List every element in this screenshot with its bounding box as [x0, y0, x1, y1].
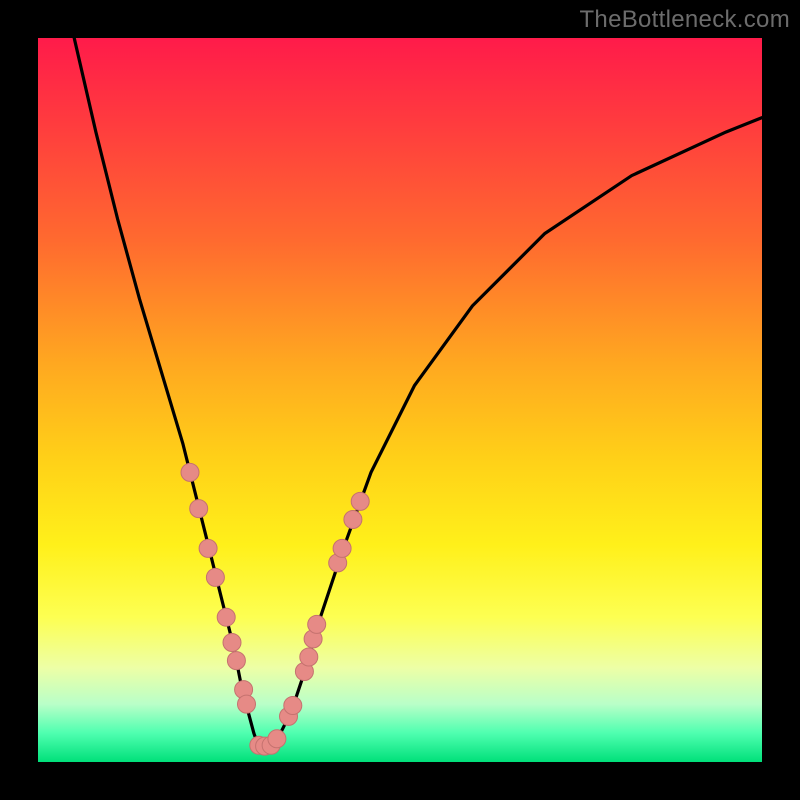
curve-marker	[268, 730, 286, 748]
curve-marker	[333, 539, 351, 557]
curve-marker	[217, 608, 235, 626]
plot-background	[38, 38, 762, 762]
curve-marker	[199, 539, 217, 557]
curve-marker	[344, 511, 362, 529]
curve-marker	[181, 463, 199, 481]
curve-markers	[181, 463, 369, 755]
chart-frame: TheBottleneck.com	[0, 0, 800, 800]
curve-marker	[238, 695, 256, 713]
curve-marker	[308, 615, 326, 633]
curve-marker	[284, 697, 302, 715]
watermark-text: TheBottleneck.com	[579, 6, 790, 34]
curve-marker	[206, 568, 224, 586]
curve-marker	[227, 652, 245, 670]
curve-marker	[351, 492, 369, 510]
curve-marker	[223, 634, 241, 652]
bottleneck-curve	[74, 38, 762, 748]
chart-svg	[38, 38, 762, 762]
curve-marker	[190, 500, 208, 518]
curve-marker	[300, 648, 318, 666]
